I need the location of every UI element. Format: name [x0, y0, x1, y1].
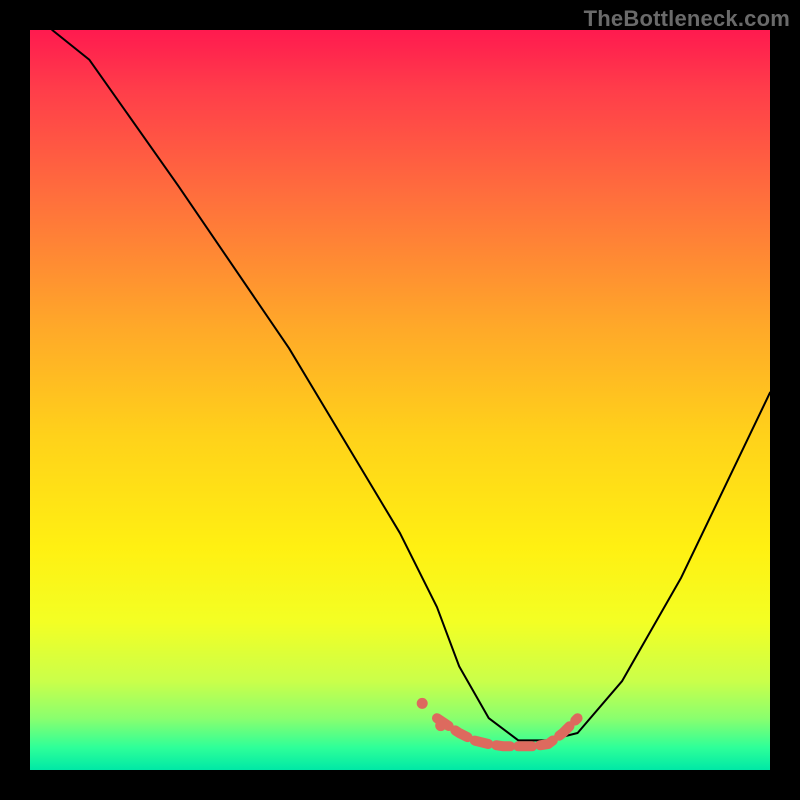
chart-svg — [30, 30, 770, 770]
curve-line — [52, 30, 770, 740]
chart-frame: TheBottleneck.com — [0, 0, 800, 800]
floor-segment — [417, 698, 578, 746]
plot-area — [30, 30, 770, 770]
watermark-text: TheBottleneck.com — [584, 6, 790, 32]
